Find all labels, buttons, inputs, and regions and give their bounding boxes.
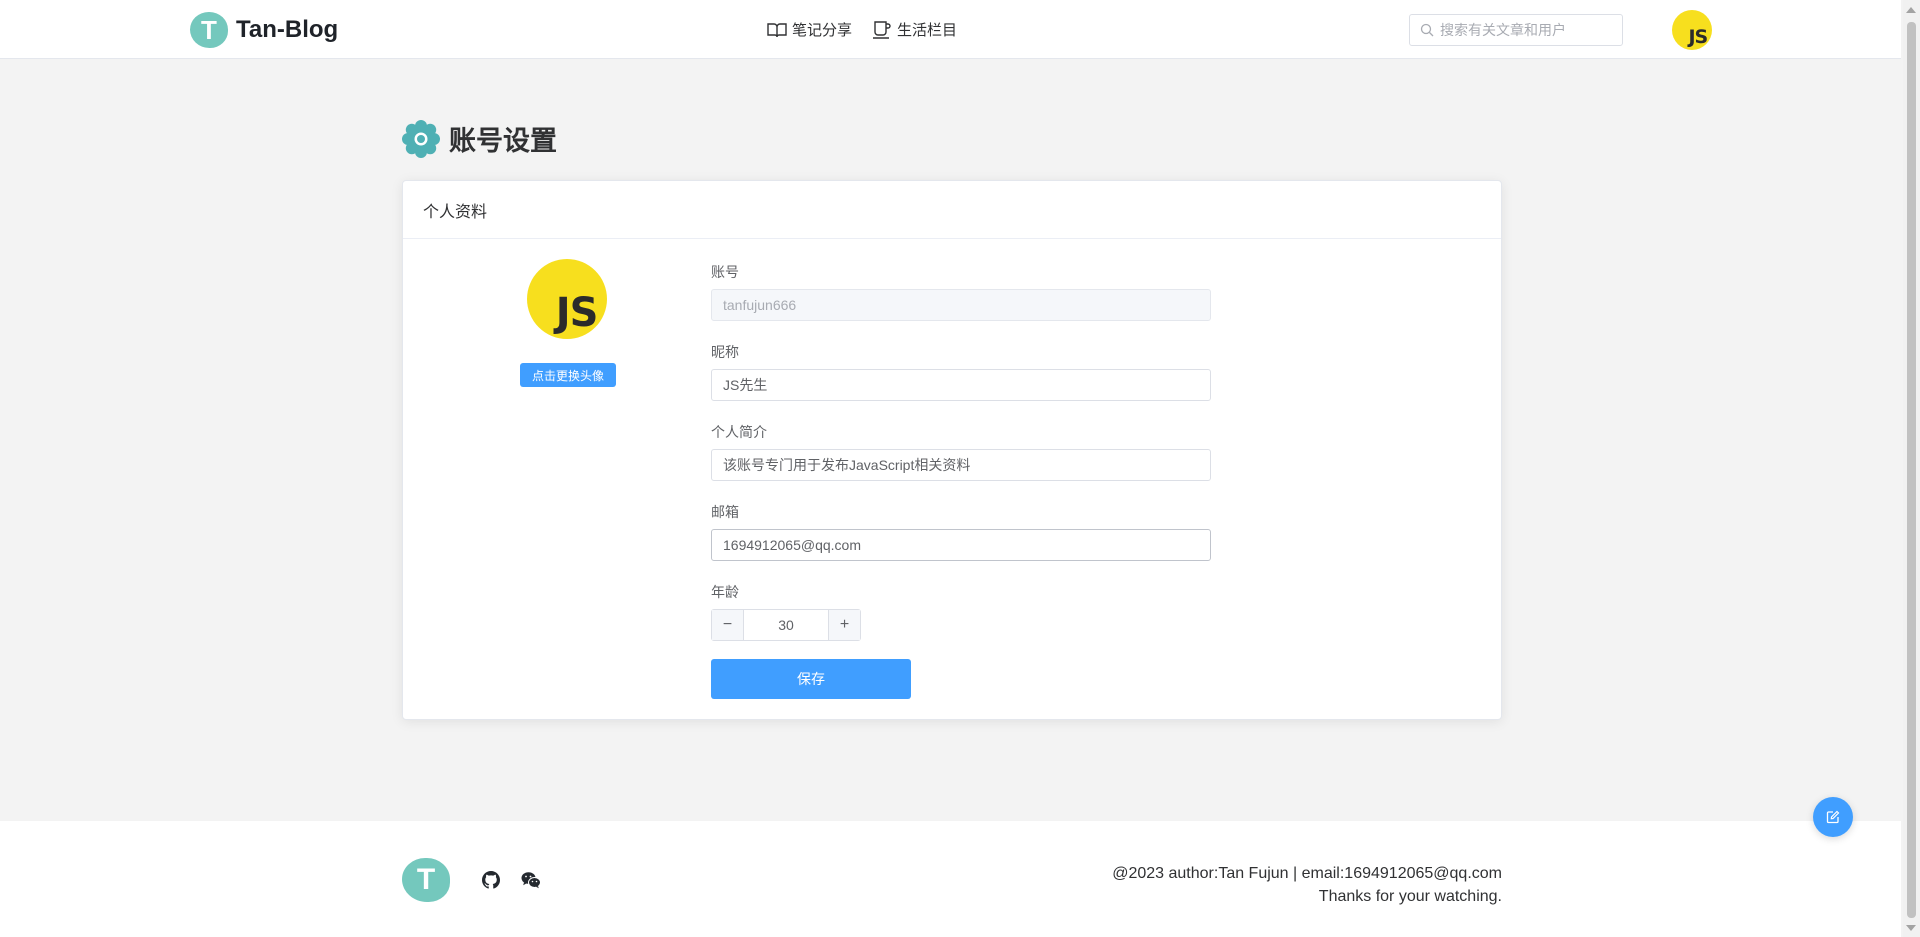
save-button[interactable]: 保存 <box>711 659 911 699</box>
email-field[interactable] <box>711 529 1211 561</box>
search-input[interactable] <box>1440 22 1610 38</box>
age-label: 年龄 <box>711 584 739 600</box>
avatar-text: JS <box>1688 26 1708 49</box>
nav-life[interactable]: 生活栏目 <box>872 19 957 40</box>
age-stepper: − + <box>711 609 861 641</box>
write-article-button[interactable] <box>1813 797 1853 837</box>
edit-icon <box>1826 810 1840 824</box>
gear-icon <box>402 119 440 158</box>
site-logo[interactable]: T Tan-Blog <box>190 12 338 48</box>
scroll-down-arrow[interactable] <box>1906 925 1916 931</box>
email-label: 邮箱 <box>711 504 739 520</box>
top-navbar: T Tan-Blog 笔记分享 生活栏目 JS <box>0 0 1901 59</box>
page-title-text: 账号设置 <box>449 126 557 156</box>
footer: T @2023 author:Tan Fujun | email:1694912… <box>0 821 1901 937</box>
user-avatar[interactable]: JS <box>1672 10 1712 50</box>
nav-life-label: 生活栏目 <box>897 22 958 39</box>
account-field[interactable] <box>711 289 1211 321</box>
increment-button[interactable]: + <box>828 610 860 640</box>
nickname-label: 昵称 <box>711 344 739 360</box>
github-icon[interactable] <box>482 871 500 889</box>
nickname-field[interactable] <box>711 369 1211 401</box>
footer-author-line: @2023 author:Tan Fujun | email:169491206… <box>1112 865 1502 882</box>
profile-card: 个人资料 JS 点击更换头像 账号 昵称 个人简介 邮箱 年龄 − + 保存 <box>402 180 1502 720</box>
search-box[interactable] <box>1409 14 1623 46</box>
card-title: 个人资料 <box>423 203 488 221</box>
nav-notes[interactable]: 笔记分享 <box>767 19 852 40</box>
decrement-button[interactable]: − <box>712 610 744 640</box>
age-input[interactable] <box>744 610 828 640</box>
profile-avatar: JS <box>527 259 607 339</box>
bio-field[interactable] <box>711 449 1211 481</box>
wechat-icon[interactable] <box>521 871 541 889</box>
footer-thanks-line: Thanks for your watching. <box>1318 888 1502 905</box>
bio-label: 个人简介 <box>711 424 767 440</box>
change-avatar-button[interactable]: 点击更换头像 <box>520 363 616 387</box>
nav-notes-label: 笔记分享 <box>792 22 853 39</box>
scroll-up-arrow[interactable] <box>1906 7 1916 13</box>
main-nav: 笔记分享 生活栏目 <box>767 19 957 40</box>
page-title: 账号设置 <box>402 119 557 158</box>
site-name: Tan-Blog <box>236 16 339 43</box>
account-label: 账号 <box>711 264 739 280</box>
profile-avatar-text: JS <box>555 289 599 336</box>
coffee-cup-icon <box>873 20 891 39</box>
search-icon <box>1420 23 1434 37</box>
logo-icon: T <box>190 12 228 48</box>
book-icon <box>767 22 787 37</box>
footer-logo: T <box>402 858 450 902</box>
footer-credits: @2023 author:Tan Fujun | email:169491206… <box>1112 862 1502 908</box>
scrollbar-thumb[interactable] <box>1907 22 1916 918</box>
card-header: 个人资料 <box>403 181 1501 239</box>
